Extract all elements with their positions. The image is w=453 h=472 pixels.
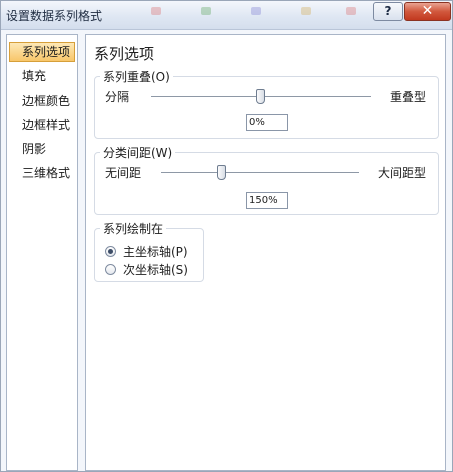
- overlap-left-label: 分隔: [105, 90, 130, 104]
- title-decoration: [151, 7, 161, 15]
- help-button[interactable]: ?: [373, 2, 403, 21]
- secondary-axis-radio[interactable]: [105, 264, 116, 275]
- gap-width-group: 分类间距(W) 无间距 大间距型: [94, 144, 439, 215]
- overlap-right-label: 重叠型: [390, 90, 427, 104]
- series-overlap-label: 系列重叠(O): [100, 68, 173, 85]
- nav-item-shadow[interactable]: 阴影: [9, 139, 75, 159]
- nav-item-3d-format[interactable]: 三维格式: [9, 163, 75, 183]
- category-nav: 系列选项 填充 边框颜色 边框样式 阴影 三维格式: [6, 34, 78, 471]
- gap-left-label: 无间距: [105, 166, 142, 180]
- primary-axis-radio[interactable]: [105, 246, 116, 257]
- nav-item-border-color[interactable]: 边框颜色: [9, 91, 75, 111]
- series-overlap-slider-thumb[interactable]: [256, 89, 265, 104]
- series-overlap-input[interactable]: [246, 114, 288, 131]
- gap-width-label: 分类间距(W): [100, 144, 176, 161]
- title-bar[interactable]: 设置数据系列格式 ? ✕: [1, 1, 452, 30]
- plot-series-on-label: 系列绘制在: [100, 220, 167, 237]
- gap-width-slider-track[interactable]: [161, 172, 359, 173]
- series-options-panel: 系列选项 系列重叠(O) 分隔 重叠型 分类间距(W) 无间距 大间距型 系列绘…: [85, 34, 446, 471]
- title-decoration: [201, 7, 211, 15]
- primary-axis-label[interactable]: 主坐标轴(P): [123, 243, 188, 260]
- plot-series-on-group: 系列绘制在 主坐标轴(P) 次坐标轴(S): [94, 220, 204, 282]
- secondary-axis-label[interactable]: 次坐标轴(S): [123, 261, 188, 278]
- window-title: 设置数据系列格式: [6, 9, 103, 23]
- title-decoration: [301, 7, 311, 15]
- close-button[interactable]: ✕: [404, 2, 451, 21]
- section-title: 系列选项: [94, 45, 155, 63]
- nav-item-border-style[interactable]: 边框样式: [9, 115, 75, 135]
- title-decoration: [251, 7, 261, 15]
- gap-width-slider-thumb[interactable]: [217, 165, 226, 180]
- gap-width-input[interactable]: [246, 192, 288, 209]
- nav-item-fill[interactable]: 填充: [9, 66, 75, 86]
- nav-item-series-options[interactable]: 系列选项: [9, 42, 75, 62]
- title-decoration: [346, 7, 356, 15]
- gap-right-label: 大间距型: [378, 166, 427, 180]
- format-data-series-dialog: 设置数据系列格式 ? ✕ 系列选项 填充 边框颜色 边框样式 阴影 三维格式 系…: [0, 0, 453, 472]
- series-overlap-group: 系列重叠(O) 分隔 重叠型: [94, 68, 439, 139]
